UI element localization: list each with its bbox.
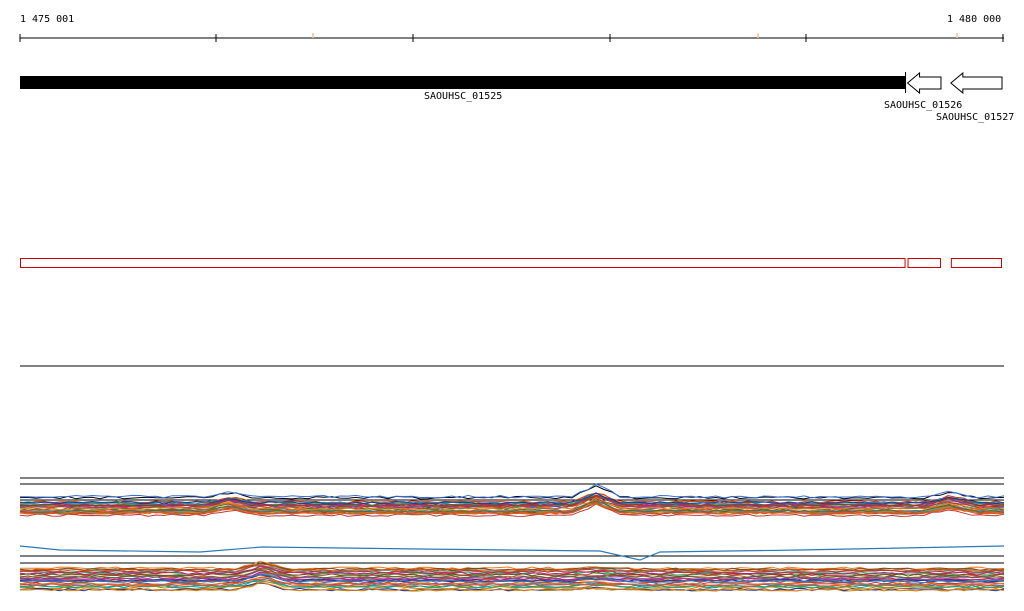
annotation-SAOUHSC_01526 bbox=[907, 258, 941, 268]
annotation-SAOUHSC_01525 bbox=[20, 258, 906, 268]
annotation-SAOUHSC_01527 bbox=[950, 258, 1003, 268]
genome-track-canvas bbox=[19, 33, 1005, 592]
gene-track[interactable] bbox=[20, 71, 1003, 95]
coordinate-ruler bbox=[19, 33, 1004, 42]
gene-SAOUHSC_01525 bbox=[20, 76, 906, 89]
gene-label-SAOUHSC_01526[interactable]: SAOUHSC_01526 bbox=[884, 100, 962, 112]
annotation-track[interactable] bbox=[20, 258, 1003, 268]
coverage-plot-bottom bbox=[19, 545, 1005, 592]
gene-SAOUHSC_01527 bbox=[950, 71, 1003, 95]
gene-label-SAOUHSC_01525[interactable]: SAOUHSC_01525 bbox=[424, 91, 502, 103]
coverage-line bbox=[20, 483, 1005, 499]
ruler-end-label: 1 480 000 bbox=[947, 14, 1002, 25]
gene-SAOUHSC_01526 bbox=[906, 71, 942, 95]
coverage-plot-top bbox=[19, 477, 1005, 517]
gene-label-SAOUHSC_01527[interactable]: SAOUHSC_01527 bbox=[936, 112, 1014, 124]
ruler-start-label: 1 475 001 bbox=[20, 14, 75, 25]
genome-browser-view: 1 475 001 1 480 000 SAOUHSC_01525 SAOUHS… bbox=[0, 0, 1024, 611]
coverage-line bbox=[19, 545, 1005, 561]
